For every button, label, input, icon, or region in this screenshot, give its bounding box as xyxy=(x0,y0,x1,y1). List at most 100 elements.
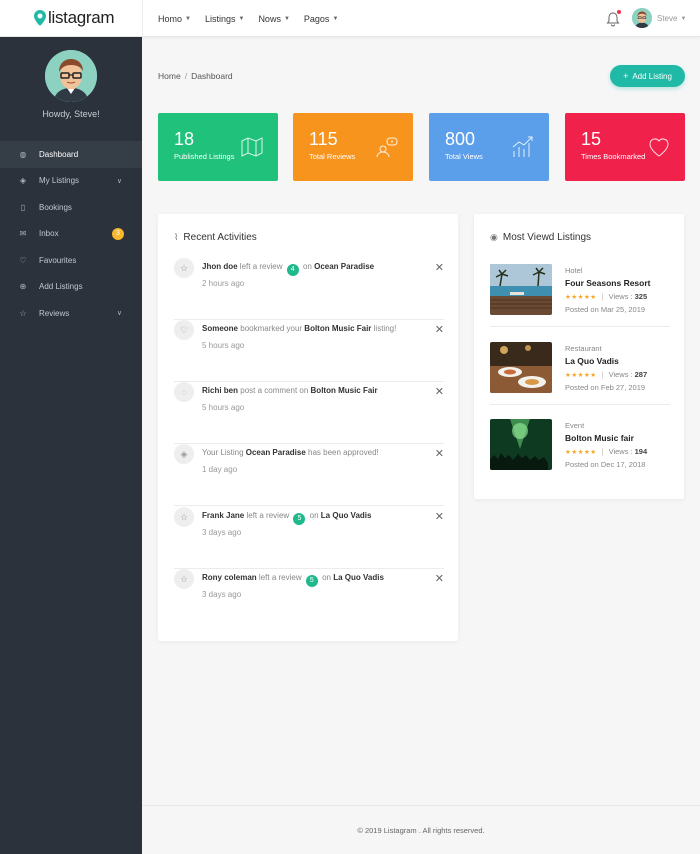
layers-icon: ◈ xyxy=(174,444,194,464)
divider xyxy=(142,0,143,37)
sidebar-item-add-listings[interactable]: ⊕ Add Listings xyxy=(0,274,142,301)
close-icon[interactable]: ✕ xyxy=(435,447,444,460)
activity-target[interactable]: Ocean Paradise xyxy=(314,262,374,271)
plus-icon: + xyxy=(623,71,629,81)
listing-item[interactable]: Hotel Four Seasons Resort ★★★★★ | Views … xyxy=(490,264,670,328)
rating-badge: 4 xyxy=(286,263,299,276)
nav-item-listings[interactable]: Listings ▼ xyxy=(205,14,244,24)
sidebar-item-bookings[interactable]: ▯ Bookings xyxy=(0,194,142,221)
recent-activities-panel: ⌇ Recent Activities ☆ Jhon doe left a re… xyxy=(158,214,458,641)
activity-actor[interactable]: Rony coleman xyxy=(202,573,257,582)
rating-badge: 5 xyxy=(305,574,318,587)
listing-item[interactable]: Restaurant La Quo Vadis ★★★★★ | Views : … xyxy=(490,342,670,406)
close-icon[interactable]: ✕ xyxy=(435,261,444,274)
listing-meta: ★★★★★ | Views : 194 xyxy=(565,447,647,456)
nav-item-news[interactable]: Nows ▼ xyxy=(258,14,289,24)
nav-item-pages[interactable]: Pagos ▼ xyxy=(304,14,338,24)
activity-text: Rony coleman left a review 5 on La Quo V… xyxy=(202,573,384,587)
breadcrumb-current: Dashboard xyxy=(191,71,233,81)
heart-icon xyxy=(649,138,669,157)
stat-label: Total Views xyxy=(445,152,483,161)
sidebar-item-inbox[interactable]: ✉ Inbox 3 xyxy=(0,221,142,248)
activity-target[interactable]: Bolton Music Fair xyxy=(311,386,378,395)
stat-card-reviews[interactable]: 115 Total Reviews xyxy=(293,113,413,181)
panel-title-text: Recent Activities xyxy=(183,232,257,243)
rating-badge: 5 xyxy=(293,512,306,525)
chat-user-icon xyxy=(376,137,398,158)
activity-tail: listing! xyxy=(373,324,397,333)
activity-verb: Your Listing xyxy=(202,448,244,457)
logo[interactable]: listagram xyxy=(34,8,115,28)
activity-text: Your Listing Ocean Paradise has been app… xyxy=(202,448,379,457)
listing-meta: ★★★★★ | Views : 287 xyxy=(565,370,647,379)
panel-title: ⌇ Recent Activities xyxy=(174,232,257,243)
views-label: Views : xyxy=(608,370,633,379)
breadcrumb: Home / Dashboard xyxy=(158,71,233,81)
pulse-icon: ⌇ xyxy=(174,232,179,242)
activity-prep: on xyxy=(309,511,319,520)
listing-name[interactable]: La Quo Vadis xyxy=(565,356,619,366)
close-icon[interactable]: ✕ xyxy=(435,323,444,336)
nav-label: Nows xyxy=(258,13,281,24)
nav-label: Listings xyxy=(204,13,236,24)
chevron-down-icon: ▼ xyxy=(238,15,245,22)
close-icon[interactable]: ✕ xyxy=(435,572,444,585)
activity-text: Someone bookmarked your Bolton Music Fai… xyxy=(202,324,396,333)
chevron-down-icon: ∨ xyxy=(116,310,122,317)
close-icon[interactable]: ✕ xyxy=(435,385,444,398)
stat-value: 15 xyxy=(581,129,602,149)
sidebar-item-reviews[interactable]: ☆ Reviews ∨ xyxy=(0,300,142,327)
listing-posted: Posted on Feb 27, 2019 xyxy=(565,383,646,392)
activity-target[interactable]: La Quo Vadis xyxy=(333,573,384,582)
activity-prep: on xyxy=(322,573,331,582)
greeting: Howdy, Steve! xyxy=(42,109,100,119)
sidebar-item-my-listings[interactable]: ◈ My Listings ∨ xyxy=(0,168,142,195)
activity-text: Jhon doe left a review 4 on Ocean Paradi… xyxy=(202,262,374,276)
stat-card-published[interactable]: 18 Published Listings xyxy=(158,113,278,181)
sidebar-item-favourites[interactable]: ♡ Favourites xyxy=(0,247,142,274)
rating-stars: ★★★★★ xyxy=(565,448,597,456)
breadcrumb-home[interactable]: Home xyxy=(158,71,181,81)
sidebar-item-label: Add Listings xyxy=(39,282,83,292)
activity-actor[interactable]: Frank Jane xyxy=(202,511,244,520)
activity-time: 5 hours ago xyxy=(202,341,245,350)
activity-actor[interactable]: Someone xyxy=(202,324,238,333)
avatar[interactable] xyxy=(632,8,652,28)
activity-target[interactable]: Bolton Music Fair xyxy=(304,324,371,333)
listing-item[interactable]: Event Bolton Music fair ★★★★★ | Views : … xyxy=(490,419,670,483)
activity-target[interactable]: La Quo Vadis xyxy=(321,511,372,520)
stat-label: Total Reviews xyxy=(309,152,356,161)
chevron-down-icon: ▼ xyxy=(680,15,687,22)
sidebar-item-label: Dashboard xyxy=(39,149,79,159)
activity-actor[interactable]: Richi ben xyxy=(202,386,238,395)
stat-value: 18 xyxy=(174,129,195,149)
listing-category: Event xyxy=(565,421,585,430)
views-count: 287 xyxy=(634,370,648,379)
activity-item: ◈ Your Listing Ocean Paradise has been a… xyxy=(174,444,444,506)
listing-thumbnail xyxy=(490,264,552,315)
activity-target[interactable]: Ocean Paradise xyxy=(246,448,306,457)
rating-stars: ★★★★★ xyxy=(565,293,597,301)
sidebar: Howdy, Steve! ◍ Dashboard ◈ My Listings … xyxy=(0,37,142,854)
close-icon[interactable]: ✕ xyxy=(435,510,444,523)
stat-card-views[interactable]: 800 Total Views xyxy=(429,113,549,181)
divider xyxy=(174,505,444,506)
activity-actor[interactable]: Jhon doe xyxy=(202,262,238,271)
add-listing-label: Add Listing xyxy=(632,71,672,81)
file-icon: ▯ xyxy=(20,202,26,212)
nav-item-home[interactable]: Homo ▼ xyxy=(158,14,191,24)
heart-icon: ♡ xyxy=(19,255,27,265)
stat-card-bookmarked[interactable]: 15 Times Bookmarked xyxy=(565,113,685,181)
activity-item: ♡ Someone bookmarked your Bolton Music F… xyxy=(174,320,444,382)
activity-item: ☆ Rony coleman left a review 5 on La Quo… xyxy=(174,569,444,631)
star-icon: ☆ xyxy=(19,308,27,318)
sidebar-item-label: Reviews xyxy=(39,308,70,318)
chevron-down-icon: ▼ xyxy=(332,15,339,22)
copyright-text: © 2019 Listagram . All rights reserved. xyxy=(357,826,485,835)
sidebar-item-dashboard[interactable]: ◍ Dashboard xyxy=(0,141,142,168)
activity-time: 3 days ago xyxy=(202,528,242,537)
add-listing-button[interactable]: + Add Listing xyxy=(610,65,685,87)
listing-name[interactable]: Bolton Music fair xyxy=(565,433,634,443)
user-menu[interactable]: Steve ▼ xyxy=(657,14,686,23)
listing-name[interactable]: Four Seasons Resort xyxy=(565,278,651,288)
